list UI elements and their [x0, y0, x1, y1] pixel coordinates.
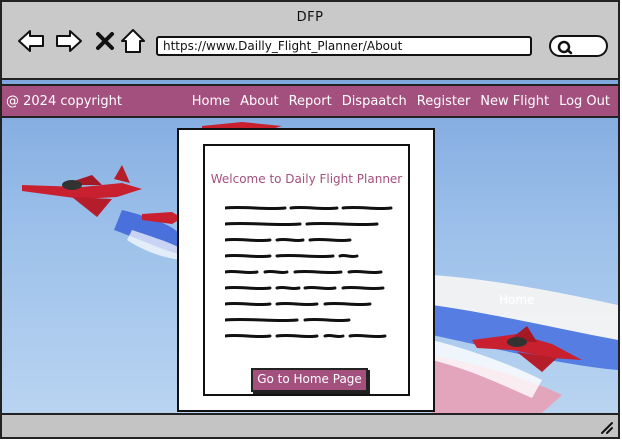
- forward-arrow-icon[interactable]: [54, 26, 84, 56]
- about-modal-content: Welcome to Daily Flight Planner Go to Ho…: [203, 144, 410, 396]
- main-nav-links: Home About Report Dispaatch Register New…: [192, 94, 610, 109]
- placeholder-text-scribble: [225, 205, 393, 339]
- nav-link-log-out[interactable]: Log Out: [559, 94, 610, 109]
- close-x-icon[interactable]: [90, 26, 120, 56]
- home-icon[interactable]: [118, 26, 148, 56]
- browser-statusbar: [2, 413, 618, 437]
- website-viewport: @ 2024 copyright Home About Report Dispa…: [2, 80, 618, 413]
- address-bar[interactable]: https://www.Dailly_Flight_Planner/About: [156, 36, 532, 56]
- search-field[interactable]: [549, 35, 608, 57]
- browser-titlebar: DFP https://www.Dailly_Flight_Planner/Ab…: [2, 2, 618, 80]
- nav-link-home[interactable]: Home: [192, 94, 230, 109]
- nav-link-dispatch[interactable]: Dispaatch: [342, 94, 407, 109]
- welcome-heading: Welcome to Daily Flight Planner: [210, 172, 403, 186]
- search-icon: [557, 40, 573, 55]
- go-to-home-button[interactable]: Go to Home Page: [251, 368, 368, 392]
- window-title: DFP: [296, 10, 324, 25]
- browser-window: DFP https://www.Dailly_Flight_Planner/Ab…: [0, 0, 620, 439]
- background-home-label: Home: [499, 293, 535, 307]
- copyright-text: @ 2024 copyright: [6, 94, 122, 109]
- back-arrow-icon[interactable]: [16, 26, 46, 56]
- nav-link-report[interactable]: Report: [289, 94, 332, 109]
- nav-link-new-flight[interactable]: New Flight: [480, 94, 549, 109]
- nav-link-register[interactable]: Register: [417, 94, 471, 109]
- resize-grip-icon[interactable]: [598, 419, 614, 435]
- site-header-nav: @ 2024 copyright Home About Report Dispa…: [2, 84, 618, 118]
- about-modal: Welcome to Daily Flight Planner Go to Ho…: [177, 128, 435, 412]
- nav-link-about[interactable]: About: [240, 94, 278, 109]
